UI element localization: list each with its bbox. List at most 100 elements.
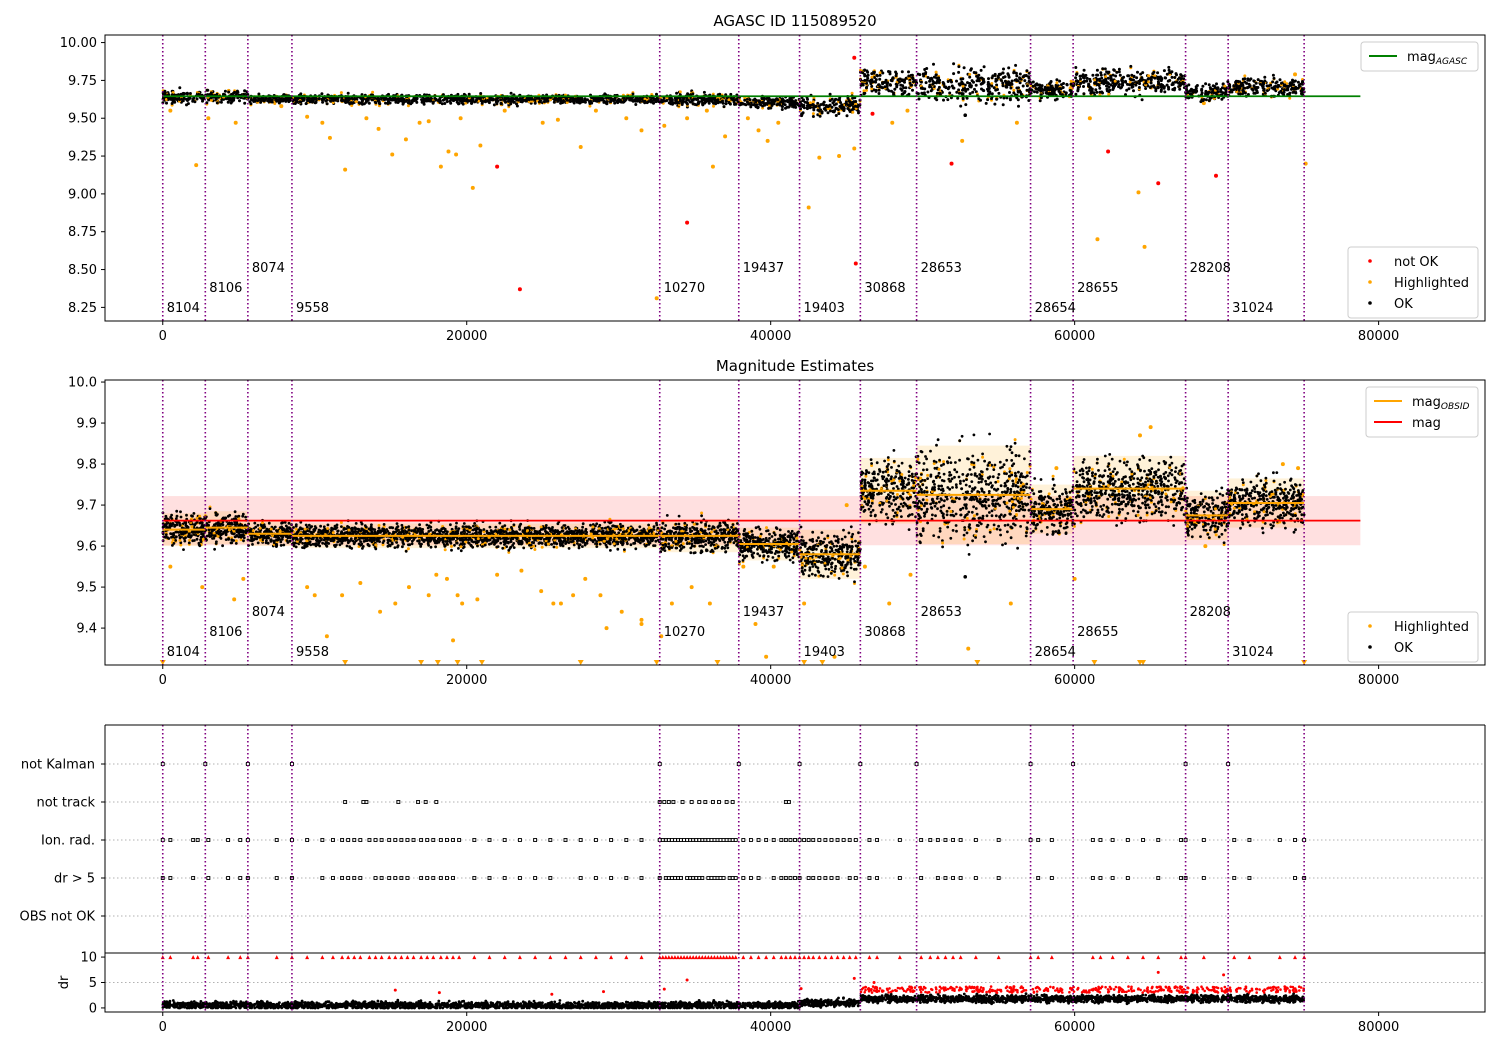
legend-label: OK <box>1394 297 1413 312</box>
ok-point <box>460 101 464 105</box>
ok-point <box>1297 83 1301 87</box>
ok-point <box>165 101 168 105</box>
ok-point <box>191 539 195 543</box>
ok-point <box>216 530 220 533</box>
ok-point <box>312 97 316 101</box>
ok-point <box>382 523 386 526</box>
highlighted-point <box>851 110 855 114</box>
ok-point <box>545 97 549 101</box>
ok-point <box>509 102 513 106</box>
highlighted-point <box>593 108 598 113</box>
ok-point <box>1092 91 1096 95</box>
ok-point <box>952 72 956 76</box>
ok-point <box>1157 77 1161 81</box>
ok-point <box>854 104 858 108</box>
ok-point <box>306 99 310 103</box>
y-tick-label: 9.50 <box>68 112 97 127</box>
ok-point <box>272 541 276 544</box>
ok-point <box>910 73 914 77</box>
ok-point <box>877 88 881 92</box>
ok-point <box>282 98 286 102</box>
ok-point <box>1124 80 1128 84</box>
ok-point <box>732 100 736 104</box>
ok-point <box>593 96 597 100</box>
ok-point <box>1141 71 1145 75</box>
ok-point <box>533 101 537 105</box>
ok-point <box>347 98 351 102</box>
ok-point <box>743 102 746 106</box>
ok-point <box>995 97 999 101</box>
ok-point <box>1117 67 1121 71</box>
ok-point <box>1082 92 1086 96</box>
ok-point <box>812 108 816 112</box>
ok-point <box>1254 81 1258 85</box>
ok-point <box>1294 91 1298 95</box>
ok-point <box>1012 91 1016 95</box>
ok-point <box>1016 98 1020 102</box>
highlighted-point <box>1087 116 1092 121</box>
highlighted-point <box>551 601 556 606</box>
ok-point <box>1156 80 1160 84</box>
ok-point <box>1290 86 1294 90</box>
ok-point <box>834 102 838 106</box>
ok-point <box>1207 83 1211 87</box>
ok-point <box>1118 73 1122 77</box>
ok-point <box>213 547 217 551</box>
ok-point <box>191 98 195 102</box>
ok-point <box>1074 92 1078 96</box>
ok-point <box>229 101 233 105</box>
ok-point <box>496 96 499 100</box>
ok-point <box>707 101 711 105</box>
ok-point <box>282 543 286 547</box>
ok-point <box>895 85 899 89</box>
ok-point <box>691 102 695 106</box>
ok-point <box>405 98 409 102</box>
ok-point <box>274 543 278 546</box>
ok-point <box>750 103 754 106</box>
ok-point <box>1043 85 1047 89</box>
ok-point <box>1237 92 1241 96</box>
ok-point <box>1204 82 1208 86</box>
highlighted-point <box>878 71 882 75</box>
ok-point <box>1091 73 1095 77</box>
ok-point <box>934 73 938 77</box>
ok-point <box>758 101 762 105</box>
ok-point <box>986 98 990 102</box>
ok-point <box>209 534 213 538</box>
ok-point <box>643 99 647 103</box>
highlighted-point <box>887 601 892 606</box>
obsid-label: 28653 <box>921 261 962 276</box>
ok-point <box>808 104 812 107</box>
highlighted-point <box>376 126 381 131</box>
ok-point <box>1054 85 1058 89</box>
ok-point <box>1088 77 1092 81</box>
ok-point <box>173 524 177 528</box>
ok-point <box>900 70 904 74</box>
ok-point <box>182 97 186 100</box>
ok-point <box>882 81 886 84</box>
ok-point <box>187 535 190 538</box>
ok-point <box>990 97 993 101</box>
ok-point <box>187 541 191 545</box>
ok-point <box>1147 77 1151 81</box>
highlighted-point <box>539 589 544 594</box>
ok-point <box>1159 85 1163 89</box>
ok-point <box>1007 66 1011 70</box>
ok-point <box>1220 97 1224 101</box>
ok-point <box>1010 82 1014 86</box>
ok-point <box>349 101 353 105</box>
ok-point <box>415 100 419 104</box>
ok-point <box>1065 83 1069 87</box>
ok-point <box>802 106 806 110</box>
ok-point <box>186 97 190 101</box>
ok-point <box>1014 63 1018 67</box>
ok-point <box>170 517 174 520</box>
ok-point <box>1014 71 1018 75</box>
highlighted-point <box>200 585 205 590</box>
ok-point <box>552 545 556 549</box>
ok-point <box>1210 87 1214 91</box>
ok-point <box>232 539 236 542</box>
ok-point <box>903 78 907 82</box>
highlighted-point <box>1243 74 1247 78</box>
ok-point <box>1149 78 1153 82</box>
